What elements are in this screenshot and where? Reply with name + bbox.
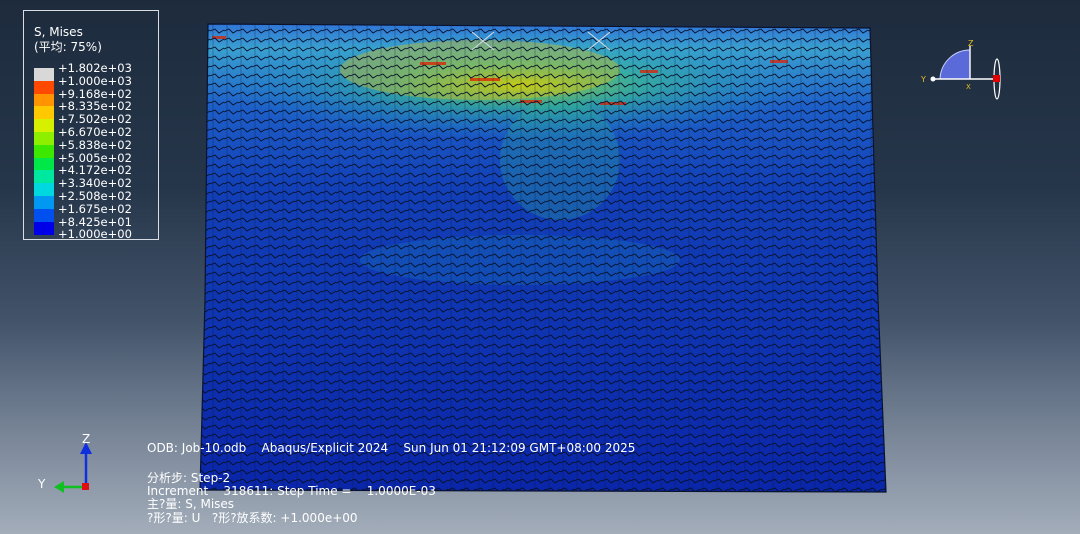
coordinate-triad: Z Y [37,432,92,493]
triad-y-label: Y [37,477,46,491]
view-orientation-triad[interactable]: Z Y X [918,38,1008,108]
viewport[interactable]: S, Mises (平均: 75%) +1.802e+03 +1.000e+03 +… [0,0,1080,534]
status-info-block: ODB: Job-10.odb Abaqus/Explicit 2024 Sun… [147,442,635,533]
legend-subtitle: (平均: 75%) [34,40,102,54]
legend-value: +5.838e+02 [58,137,132,152]
deformed-variable-line: ?形?量: U ?形?放系数: +1.000e+00 [147,511,358,525]
triad-top-z-label: Z [968,39,974,48]
legend-entry: +1.000e+00 [34,228,154,241]
legend-value: +1.000e+00 [58,227,132,242]
legend-title: S, Mises [34,25,83,39]
primary-variable-line: 主?量: S, Mises [147,497,235,511]
legend-value: +1.675e+02 [58,201,132,216]
odb-info-line: ODB: Job-10.odb Abaqus/Explicit 2024 Sun… [147,441,636,455]
legend-entry: +1.675e+02 [34,201,154,222]
legend-entry: +1.000e+03 [34,73,154,94]
legend-entry: +5.838e+02 [34,137,154,158]
legend-value: +1.000e+03 [58,73,132,88]
triad-top-y-label: Y [920,75,926,84]
triad-top-x-label: X [966,83,971,91]
legend-panel: S, Mises (平均: 75%) +1.802e+03 +1.000e+03 +… [23,10,159,241]
triad-z-label: Z [82,432,90,446]
